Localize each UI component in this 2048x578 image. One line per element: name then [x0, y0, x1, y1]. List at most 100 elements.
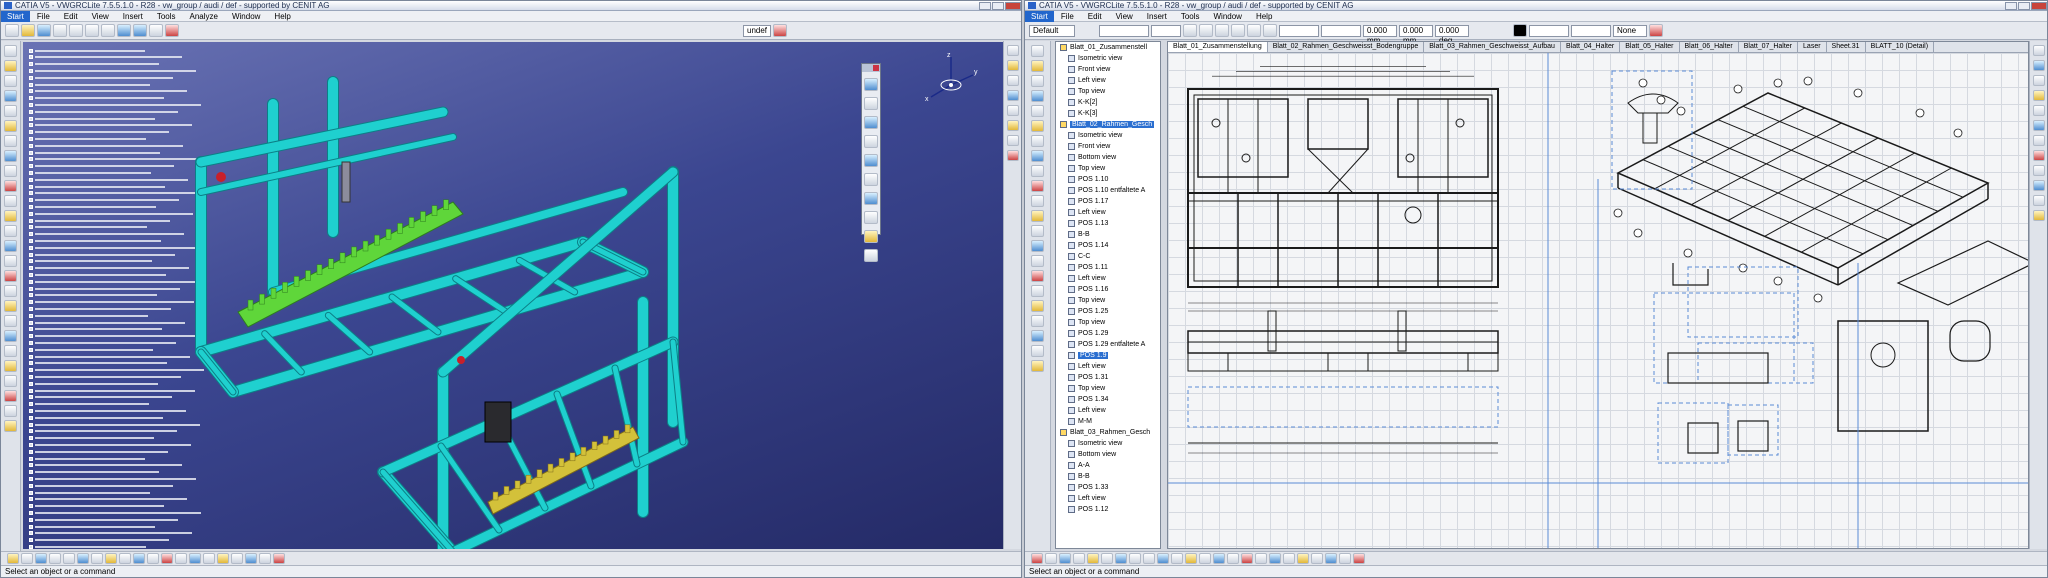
rdtool-icon-4[interactable]	[2032, 90, 2045, 101]
sheet-tab[interactable]: Blatt_02_Rahmen_Geschweisst_Bodengruppe	[1268, 42, 1425, 52]
new-icon[interactable]	[5, 24, 19, 37]
btool-icon-8[interactable]	[105, 553, 117, 564]
b2tool-icon-22[interactable]	[1339, 553, 1351, 564]
btool-icon-6[interactable]	[77, 553, 89, 564]
dtool-icon-17[interactable]	[1031, 285, 1044, 297]
maximize-button[interactable]	[2018, 1, 2030, 10]
tree-view-item[interactable]: POS 1.10 entfaltete A	[1056, 185, 1160, 196]
dim-value-field-2[interactable]: 0.000 mm	[1399, 24, 1433, 45]
btool-icon-15[interactable]	[203, 553, 215, 564]
btool-icon-17[interactable]	[231, 553, 243, 564]
tool-icon-10[interactable]	[4, 180, 17, 192]
sheet-tab[interactable]: Blatt_07_Halter	[1739, 42, 1799, 52]
dtool-icon-11[interactable]	[1031, 195, 1044, 207]
menu-insert[interactable]: Insert	[116, 11, 150, 22]
fly-icon[interactable]	[864, 78, 878, 91]
font-size-select[interactable]	[1151, 24, 1181, 37]
layer-select[interactable]: undef	[743, 24, 772, 37]
menu-view[interactable]: View	[1109, 11, 1140, 22]
tree-view-item[interactable]: POS 1.17	[1056, 196, 1160, 207]
tree-view-item[interactable]: K-K[2]	[1056, 97, 1160, 108]
tree-view-item[interactable]: Isometric view	[1056, 438, 1160, 449]
tree-view-item[interactable]: B-B	[1056, 471, 1160, 482]
drawing-tree[interactable]: Blatt_01_Zusammenstell Isometric view Fron…	[1055, 41, 1161, 549]
tool-icon-7[interactable]	[4, 135, 17, 147]
fit-all-icon[interactable]	[864, 97, 878, 110]
cut-icon[interactable]	[69, 24, 83, 37]
dtool-icon-21[interactable]	[1031, 345, 1044, 357]
rdtool-icon-5[interactable]	[2032, 105, 2045, 116]
tool-icon-16[interactable]	[4, 270, 17, 282]
btool-icon-20[interactable]	[273, 553, 285, 564]
btool-icon-2[interactable]	[21, 553, 33, 564]
menu-window[interactable]: Window	[1207, 11, 1249, 22]
properties-icon[interactable]	[1649, 24, 1663, 37]
b2tool-icon-13[interactable]	[1213, 553, 1225, 564]
drawing-sheet[interactable]	[1168, 53, 2028, 548]
tool-icon-2[interactable]	[4, 60, 17, 72]
sheet-tab[interactable]: Blatt_06_Halter	[1680, 42, 1739, 52]
dtool-icon-4[interactable]	[1031, 90, 1044, 102]
tool-icon-3[interactable]	[4, 75, 17, 87]
sheet-tab[interactable]: Blatt_04_Halter	[1561, 42, 1621, 52]
btool-icon-10[interactable]	[133, 553, 145, 564]
rtool-icon-6[interactable]	[1006, 120, 1019, 131]
tree-view-item[interactable]: POS 1.33	[1056, 482, 1160, 493]
tool-icon-19[interactable]	[4, 315, 17, 327]
b2tool-icon-8[interactable]	[1143, 553, 1155, 564]
b2tool-icon-23[interactable]	[1353, 553, 1365, 564]
tool-icon-20[interactable]	[4, 330, 17, 342]
rtool-icon-5[interactable]	[1006, 105, 1019, 116]
dtool-icon-8[interactable]	[1031, 150, 1044, 162]
tree-view-item[interactable]: POS 1.31	[1056, 372, 1160, 383]
menu-analyze[interactable]: Analyze	[183, 11, 225, 22]
tool-icon-25[interactable]	[4, 405, 17, 417]
b2tool-icon-14[interactable]	[1227, 553, 1239, 564]
menu-tools[interactable]: Tools	[150, 11, 183, 22]
undo-icon[interactable]	[117, 24, 131, 37]
b2tool-icon-3[interactable]	[1073, 553, 1085, 564]
dtool-icon-18[interactable]	[1031, 300, 1044, 312]
btool-icon-14[interactable]	[189, 553, 201, 564]
tool-icon-1[interactable]	[4, 45, 17, 57]
menu-edit[interactable]: Edit	[57, 11, 85, 22]
menu-edit[interactable]: Edit	[1081, 11, 1109, 22]
menu-window[interactable]: Window	[225, 11, 267, 22]
tool-icon-11[interactable]	[4, 195, 17, 207]
dtool-icon-22[interactable]	[1031, 360, 1044, 372]
tree-view-item[interactable]: Top view	[1056, 163, 1160, 174]
pan-icon[interactable]	[864, 116, 878, 129]
pattern-select[interactable]: None	[1613, 24, 1647, 37]
dtool-icon-2[interactable]	[1031, 60, 1044, 72]
tool-icon-9[interactable]	[4, 165, 17, 177]
tree-view-item[interactable]: Left view	[1056, 207, 1160, 218]
btool-icon-18[interactable]	[245, 553, 257, 564]
tree-view-item[interactable]: POS 1.11	[1056, 262, 1160, 273]
b2tool-icon-1[interactable]	[1045, 553, 1057, 564]
floating-toolbar-header[interactable]	[862, 64, 880, 72]
tool-icon-4[interactable]	[4, 90, 17, 102]
rdtool-icon-9[interactable]	[2032, 165, 2045, 176]
tree-view-item[interactable]: Isometric view	[1056, 53, 1160, 64]
rtool-icon-7[interactable]	[1006, 135, 1019, 146]
tree-view-item[interactable]: POS 1.12	[1056, 504, 1160, 515]
tree-view-item[interactable]: POS 1.16	[1056, 284, 1160, 295]
sheet-tab[interactable]: BLATT_10 (Detail)	[1866, 42, 1935, 52]
tool-icon-5[interactable]	[4, 105, 17, 117]
tree-view-item[interactable]: Left view	[1056, 493, 1160, 504]
menu-file[interactable]: File	[30, 11, 57, 22]
b2tool-icon-7[interactable]	[1129, 553, 1141, 564]
save-icon[interactable]	[37, 24, 51, 37]
dtool-icon-20[interactable]	[1031, 330, 1044, 342]
tree-view-item[interactable]: Top view	[1056, 86, 1160, 97]
sheet-tab[interactable]: Blatt_03_Rahmen_Geschweisst_Aufbau	[1424, 42, 1561, 52]
tree-view-item[interactable]: POS 1.29	[1056, 328, 1160, 339]
b2tool-icon-5[interactable]	[1101, 553, 1113, 564]
b2tool-icon-4[interactable]	[1087, 553, 1099, 564]
rtool-icon-1[interactable]	[1006, 45, 1019, 56]
tree-view-item[interactable]: POS 1.10	[1056, 174, 1160, 185]
dtool-icon-9[interactable]	[1031, 165, 1044, 177]
angle-value-field[interactable]: 0.000 deg	[1435, 24, 1469, 45]
whats-this-icon[interactable]	[149, 24, 163, 37]
btool-icon-11[interactable]	[147, 553, 159, 564]
